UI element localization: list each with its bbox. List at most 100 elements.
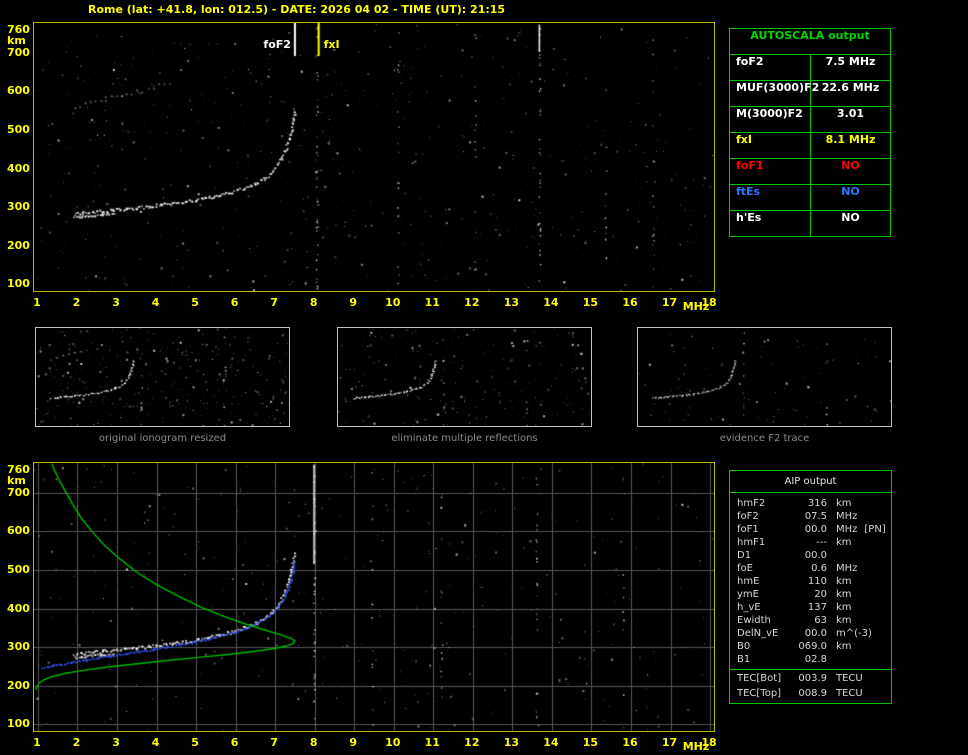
aip-row-value: 20 bbox=[814, 589, 827, 600]
aip-row-unit: TECU bbox=[836, 673, 863, 684]
aip-row-unit: km bbox=[836, 537, 852, 548]
aip-row: D1 00.0 bbox=[730, 549, 891, 562]
thumbnail-caption-evidence: evidence F2 trace bbox=[719, 433, 810, 444]
aip-row-value: 003.9 bbox=[798, 673, 827, 684]
aip-row-label: ymE bbox=[737, 589, 759, 600]
thumbnail-evidence-canvas bbox=[638, 328, 891, 426]
aip-row-unit: km bbox=[836, 602, 852, 613]
aip-row-value: 069.0 bbox=[798, 641, 827, 652]
top-ionogram-canvas bbox=[34, 23, 714, 291]
autoscala-row-value: 7.5 MHz bbox=[825, 55, 876, 68]
aip-row: B0 069.0 km bbox=[730, 640, 891, 653]
x-axis-unit-label: MHz bbox=[682, 740, 710, 753]
station-date-time-title: Rome (lat: +41.8, lon: 012.5) - DATE: 20… bbox=[88, 3, 506, 16]
autoscala-row: ftEs NO bbox=[730, 185, 890, 211]
thumbnail-caption-eliminate: eliminate multiple reflections bbox=[391, 433, 538, 444]
autoscala-row-value: NO bbox=[841, 159, 860, 172]
annotation-fxI: fxI bbox=[323, 38, 340, 51]
x-tick-label: 13 bbox=[503, 736, 520, 749]
y-tick-label: 400 bbox=[7, 161, 30, 175]
x-tick-label: 17 bbox=[661, 736, 678, 749]
aip-row: foF1 00.0 MHz [PN] bbox=[730, 523, 891, 536]
x-tick-label: 5 bbox=[191, 736, 199, 749]
aip-row: B1 02.8 bbox=[730, 653, 891, 666]
x-tick-label: 8 bbox=[309, 736, 318, 749]
y-tick-label: 300 bbox=[7, 200, 30, 214]
aip-row-label: hmF1 bbox=[737, 537, 766, 548]
x-tick-label: 3 bbox=[112, 736, 120, 749]
thumbnail-caption-original: original ionogram resized bbox=[98, 433, 227, 444]
aip-row-value: 00.0 bbox=[804, 628, 827, 639]
top-ionogram-plot: foF2 fxI bbox=[33, 22, 715, 292]
aip-row-value: 008.9 bbox=[798, 688, 827, 699]
x-tick-label: 4 bbox=[151, 296, 160, 309]
aip-table-rows: hmF2 316 km foF2 07.5 MHz foF1 00.0 MHz [PN] hmF1 -… bbox=[730, 493, 891, 703]
aip-row-value: 00.0 bbox=[804, 524, 827, 535]
autoscala-table-rows: foF2 7.5 MHz MUF(3000)F2 22.6 MHz M(3000)F2 3… bbox=[730, 55, 890, 236]
x-tick-label: 2 bbox=[72, 296, 81, 309]
autoscala-table-header: AUTOSCALA output bbox=[730, 29, 890, 55]
x-tick-label: 6 bbox=[230, 736, 239, 749]
autoscala-row: MUF(3000)F2 22.6 MHz bbox=[730, 81, 890, 107]
x-tick-label: 7 bbox=[270, 296, 278, 309]
x-tick-label: 9 bbox=[349, 296, 358, 309]
aip-table-header: AIP output bbox=[730, 471, 891, 493]
aip-row-unit bbox=[827, 653, 836, 666]
aip-row-value: 00.0 bbox=[804, 550, 827, 561]
aip-row: ymE 20 km bbox=[730, 588, 891, 601]
aip-row: TEC[Bot] 003.9 TECU bbox=[730, 669, 891, 687]
aip-row-value: 110 bbox=[807, 576, 827, 587]
x-tick-label: 11 bbox=[424, 296, 440, 309]
x-tick-label: 12 bbox=[464, 736, 480, 749]
x-tick-label: 16 bbox=[622, 296, 638, 309]
x-tick-label: 10 bbox=[385, 296, 401, 309]
aip-row-value: 316 bbox=[807, 498, 827, 509]
autoscala-row-value: NO bbox=[841, 211, 860, 224]
aip-row-unit: m^(-3) bbox=[836, 628, 872, 639]
autoscala-row: foF2 7.5 MHz bbox=[730, 55, 890, 81]
aip-row-unit: MHz bbox=[836, 563, 858, 574]
aip-row-label: hmE bbox=[737, 576, 760, 587]
y-tick-label: 700 bbox=[7, 485, 30, 499]
aip-row: hmF1 --- km bbox=[730, 536, 891, 549]
bottom-ionogram-plot bbox=[33, 462, 715, 732]
aip-row-unit: km bbox=[836, 498, 852, 509]
aip-row-unit: km bbox=[836, 589, 852, 600]
autoscala-row-label: foF2 bbox=[730, 55, 811, 80]
y-tick-label: 400 bbox=[7, 601, 30, 615]
aip-row-label: foF2 bbox=[737, 511, 759, 522]
aip-row-note: [PN] bbox=[864, 524, 886, 535]
y-axis-unit-label: km bbox=[7, 473, 26, 487]
autoscala-row: h'Es NO bbox=[730, 211, 890, 236]
x-tick-label: 16 bbox=[622, 736, 638, 749]
x-tick-label: 1 bbox=[33, 296, 41, 309]
y-axis-unit-label: km bbox=[7, 33, 26, 47]
aip-row-unit bbox=[827, 549, 836, 562]
thumbnail-evidence-f2-trace bbox=[637, 327, 892, 427]
autoscala-row-label: MUF(3000)F2 bbox=[730, 81, 819, 106]
x-tick-label: 6 bbox=[230, 296, 239, 309]
x-tick-label: 17 bbox=[661, 296, 678, 309]
thumbnail-original-canvas bbox=[36, 328, 289, 426]
autoscala-output-table: AUTOSCALA output foF2 7.5 MHz MUF(3000)F2 2… bbox=[729, 28, 891, 237]
aip-row: DelN_vE 00.0 m^(-3) bbox=[730, 627, 891, 640]
aip-row-label: D1 bbox=[737, 550, 752, 561]
aip-row-label: Ewidth bbox=[737, 615, 771, 626]
aip-row-label: foF1 bbox=[737, 524, 759, 535]
aip-row: hmE 110 km bbox=[730, 575, 891, 588]
x-tick-label: 10 bbox=[385, 736, 401, 749]
thumbnail-eliminate-canvas bbox=[338, 328, 591, 426]
aip-row: TEC[Top] 008.9 TECU bbox=[730, 687, 891, 700]
aip-row-label: B1 bbox=[737, 654, 751, 665]
autoscala-row: M(3000)F2 3.01 bbox=[730, 107, 890, 133]
aip-row-label: DelN_vE bbox=[737, 628, 779, 639]
bottom-ionogram-canvas bbox=[34, 463, 714, 731]
x-tick-label: 14 bbox=[543, 736, 559, 749]
autoscala-row-value: 3.01 bbox=[836, 107, 865, 120]
x-tick-label: 1 bbox=[33, 736, 41, 749]
x-tick-label: 12 bbox=[464, 296, 480, 309]
x-tick-label: 15 bbox=[582, 736, 599, 749]
autoscala-row-value: NO bbox=[841, 185, 860, 198]
x-tick-label: 8 bbox=[309, 296, 318, 309]
y-tick-label: 600 bbox=[7, 84, 30, 98]
